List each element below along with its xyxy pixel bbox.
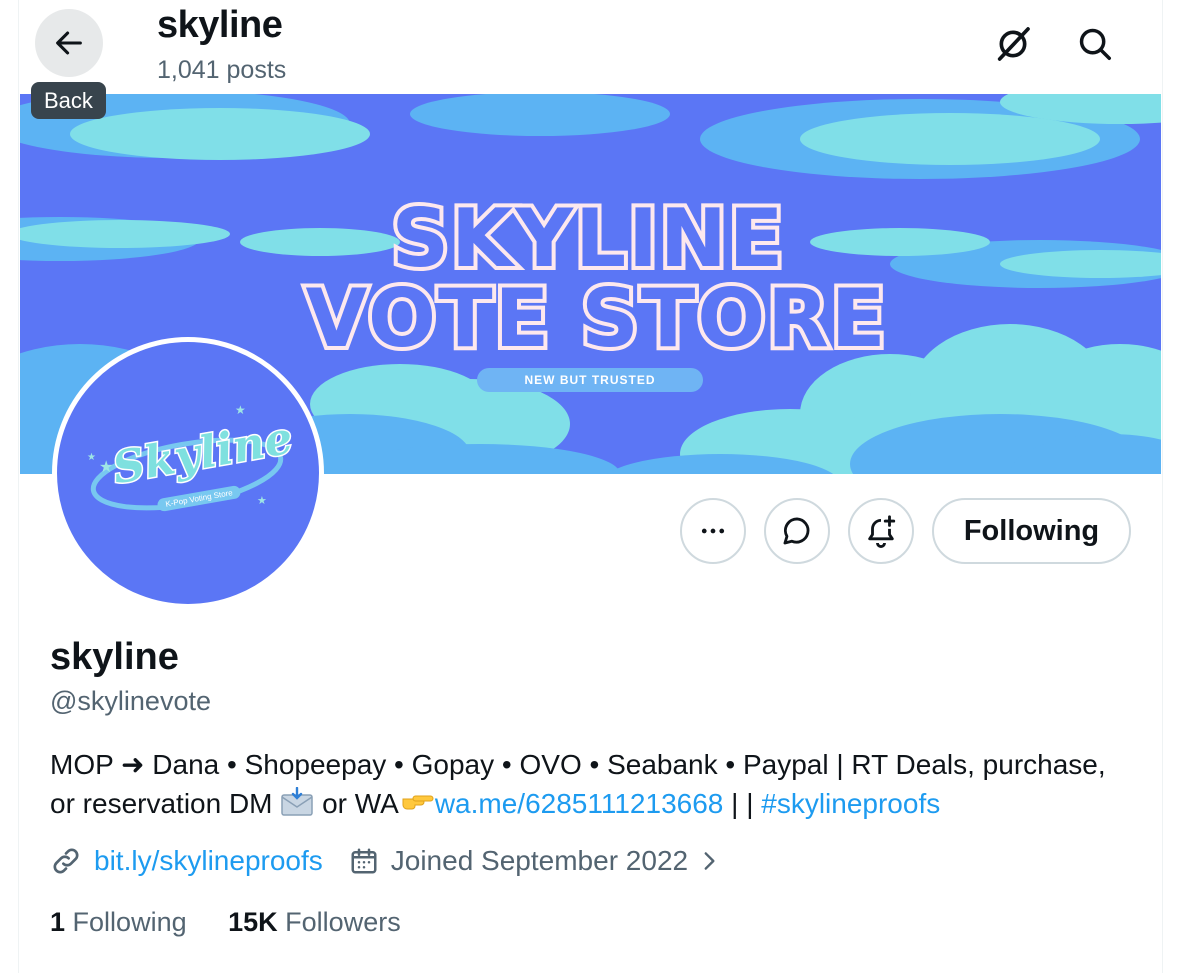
bio-line-1: MOP ➜ Dana • Shopeepay • Gopay • OVO • S… [50, 749, 1106, 780]
back-button[interactable] [35, 9, 103, 77]
calendar-icon [351, 848, 377, 874]
link-icon [53, 848, 79, 874]
profile-meta: bit.ly/skylineproofs Joined September 20… [50, 845, 748, 877]
following-count-link[interactable]: 1 Following [50, 907, 187, 937]
joined-date: Joined September 2022 [390, 845, 689, 876]
follow-stats: 1 Following 15K Followers [50, 907, 435, 938]
search-icon [1079, 28, 1111, 60]
banner-tagline: NEW BUT TRUSTED [477, 368, 703, 392]
svg-text:★: ★ [257, 494, 267, 507]
chat-bubble-icon [783, 517, 810, 545]
profile-bio: MOP ➜ Dana • Shopeepay • Gopay • OVO • S… [50, 745, 1140, 827]
message-button[interactable] [764, 498, 830, 564]
svg-text:★: ★ [87, 452, 96, 463]
bio-text-wa: or WA [314, 788, 399, 819]
joined-item[interactable]: Joined September 2022 [349, 845, 722, 877]
notifications-button[interactable] [848, 498, 914, 564]
username-handle: @skylinevote [50, 686, 211, 716]
bell-plus-icon [868, 515, 896, 548]
back-tooltip: Back [31, 82, 106, 119]
followers-count: 15K [228, 907, 278, 937]
envelope-icon [280, 786, 314, 827]
chevron-right-icon [704, 852, 715, 870]
post-count: 1,041 posts [157, 56, 287, 84]
bio-line-2: or reservation DM or WA wa.me/62851112136… [50, 784, 1140, 827]
grok-icon [997, 27, 1030, 61]
display-name: skyline [50, 636, 179, 678]
whatsapp-link[interactable]: wa.me/6285111213668 [435, 788, 724, 819]
hashtag-link[interactable]: #skylineproofs [761, 788, 940, 819]
followers-count-link[interactable]: 15K Followers [228, 907, 401, 937]
website-link[interactable]: bit.ly/skylineproofs [94, 845, 323, 877]
pointing-hand-icon [399, 787, 435, 827]
following-count: 1 [50, 907, 66, 937]
search-button[interactable] [1073, 22, 1117, 66]
following-label: Following [72, 907, 187, 937]
arrow-left-icon [56, 31, 82, 55]
more-horizontal-icon [701, 528, 725, 534]
more-options-button[interactable] [680, 498, 746, 564]
page-title: skyline [157, 4, 283, 46]
followers-label: Followers [285, 907, 401, 937]
avatar[interactable]: ★ ★ ★ ★ Skyline K-Pop Voting Store [52, 337, 324, 609]
website-item: bit.ly/skylineproofs [50, 845, 323, 877]
bio-text-dm: or reservation DM [50, 788, 281, 819]
following-button[interactable]: Following [932, 498, 1131, 564]
svg-text:★: ★ [235, 403, 246, 417]
grok-button[interactable] [991, 22, 1035, 66]
bio-separator: | | [723, 788, 762, 819]
